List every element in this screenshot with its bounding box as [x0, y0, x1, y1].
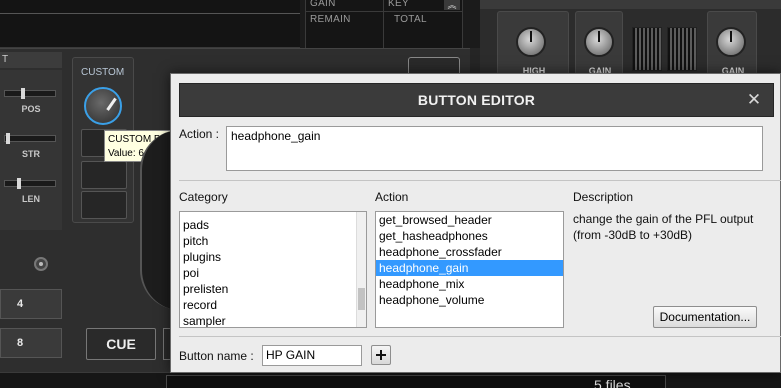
fx-section-label: T — [0, 52, 62, 68]
len-slider-handle[interactable] — [17, 178, 21, 189]
category-scrollbar[interactable] — [356, 212, 366, 327]
cue-button[interactable]: CUE — [86, 328, 156, 360]
action-item[interactable]: headphone_crossfader — [376, 244, 563, 260]
screen: GAIN KEY REMAIN TOTAL ︽ T POS STR LEN CU… — [0, 0, 781, 388]
documentation-button[interactable]: Documentation... — [653, 306, 757, 328]
category-list-items: pads pitch plugins poi prelisten record sample… — [180, 212, 366, 327]
category-label: Category — [179, 190, 228, 204]
mixer-eq-column: HIGH — [497, 11, 569, 76]
custom-button-2[interactable] — [81, 161, 127, 189]
pad-8[interactable]: 8 — [0, 328, 62, 358]
button-name-field[interactable]: HP GAIN — [262, 345, 362, 366]
custom-knob[interactable] — [84, 87, 122, 125]
dialog-title: BUTTON EDITOR — [417, 92, 536, 108]
action-list-items: get_browsed_header get_hasheadphones headp… — [376, 212, 563, 308]
browser-search-field[interactable] — [166, 375, 666, 388]
files-count: 5 files — [594, 377, 631, 388]
pos-slider[interactable] — [4, 88, 56, 99]
action-item[interactable]: headphone_mix — [376, 276, 563, 292]
gain-knob-right[interactable] — [716, 27, 746, 57]
plus-icon[interactable] — [371, 345, 391, 365]
category-item[interactable]: pitch — [180, 233, 366, 249]
action-text-field[interactable]: headphone_gain — [226, 126, 763, 171]
vu-meter-left — [632, 27, 662, 71]
mixer-gain-column-left: GAIN — [575, 11, 623, 76]
action-item[interactable]: get_browsed_header — [376, 212, 563, 228]
action-item[interactable]: headphone_volume — [376, 292, 563, 308]
custom-label: CUSTOM — [81, 67, 125, 78]
category-item[interactable]: poi — [180, 265, 366, 281]
separator-bottom — [179, 336, 781, 337]
category-list[interactable]: pads pitch plugins poi prelisten record sample… — [179, 211, 367, 328]
action-list-label: Action — [375, 190, 409, 204]
pad-4[interactable]: 4 — [0, 289, 62, 319]
len-slider[interactable] — [4, 178, 56, 189]
gain-knob-left[interactable] — [584, 27, 614, 57]
action-list[interactable]: get_browsed_header get_hasheadphones headp… — [375, 211, 564, 328]
action-item[interactable]: headphone_gain — [376, 260, 563, 276]
mixer-gain-column-right: GAIN — [707, 11, 757, 76]
pos-label: POS — [21, 104, 41, 114]
info-separator — [383, 0, 384, 48]
button-editor-dialog: BUTTON EDITOR ✕ Action : headphone_gain … — [170, 73, 781, 373]
gain-info-label: GAIN — [310, 0, 336, 9]
info-divider — [305, 11, 463, 12]
deck-header — [0, 0, 300, 48]
str-slider[interactable] — [4, 133, 56, 144]
description-text: change the gain of the PFL output (from … — [573, 212, 754, 242]
action-label: Action : — [179, 127, 220, 141]
high-knob[interactable] — [516, 27, 546, 57]
str-label: STR — [22, 149, 40, 159]
category-item[interactable]: record — [180, 297, 366, 313]
pad-mode-button[interactable] — [34, 257, 48, 271]
action-item[interactable]: get_hasheadphones — [376, 228, 563, 244]
remain-info-label: REMAIN — [310, 14, 351, 25]
custom-button-3[interactable] — [81, 191, 127, 219]
total-info-label: TOTAL — [394, 14, 427, 25]
button-name-label: Button name : — [179, 349, 254, 363]
category-item[interactable]: plugins — [180, 249, 366, 265]
collapse-button[interactable]: ︽ — [444, 0, 460, 10]
deck-header-divider — [0, 13, 300, 14]
description-label: Description — [573, 190, 634, 204]
category-item[interactable]: pads — [180, 217, 366, 233]
len-label: LEN — [22, 194, 40, 204]
str-slider-handle[interactable] — [6, 133, 10, 144]
dialog-titlebar[interactable]: BUTTON EDITOR ✕ — [179, 83, 774, 117]
close-icon[interactable]: ✕ — [745, 91, 763, 109]
key-info-label: KEY — [388, 0, 409, 9]
category-scrollbar-thumb[interactable] — [358, 288, 365, 310]
category-item[interactable]: prelisten — [180, 281, 366, 297]
mixer-tab-bar — [480, 0, 781, 9]
separator-top — [179, 180, 781, 181]
vu-meter-right — [667, 27, 697, 71]
pos-slider-handle[interactable] — [21, 88, 25, 99]
category-item[interactable]: sampler — [180, 313, 366, 327]
